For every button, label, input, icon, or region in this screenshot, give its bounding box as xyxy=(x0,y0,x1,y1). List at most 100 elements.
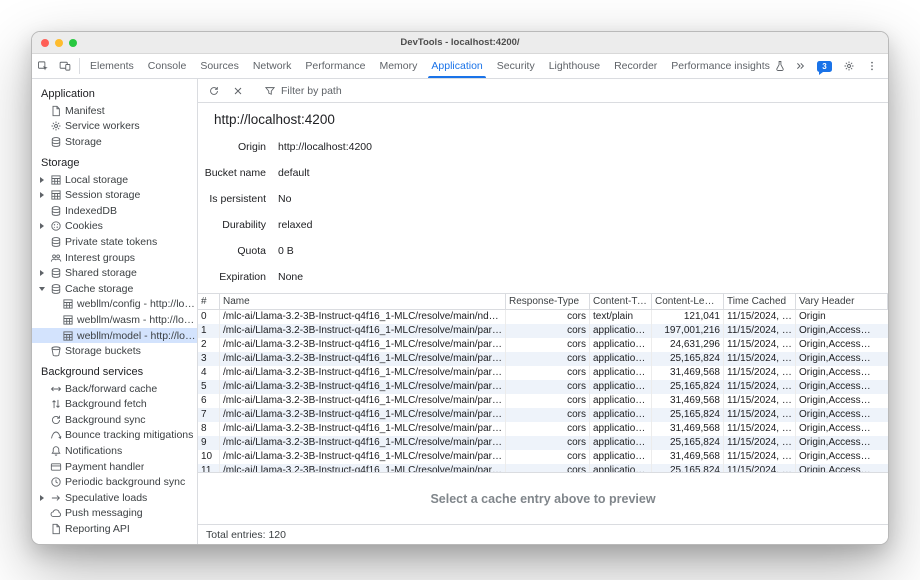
sidebar-item-periodic-background-sync[interactable]: Periodic background sync xyxy=(32,474,197,490)
cache-entry-row[interactable]: 4/mlc-ai/Llama-3.2-3B-Instruct-q4f16_1-M… xyxy=(198,366,888,380)
expand-arrow-icon[interactable] xyxy=(37,491,47,505)
settings-button[interactable] xyxy=(838,60,860,72)
tab-application[interactable]: Application xyxy=(424,54,489,78)
tab-sources[interactable]: Sources xyxy=(193,54,246,78)
total-entries: Total entries: 120 xyxy=(206,529,286,541)
flask-icon xyxy=(774,60,786,72)
tab-network[interactable]: Network xyxy=(246,54,299,78)
sidebar-item-service-workers[interactable]: Service workers xyxy=(32,119,197,135)
sidebar-item-manifest[interactable]: Manifest xyxy=(32,103,197,119)
cache-entry-row[interactable]: 7/mlc-ai/Llama-3.2-3B-Instruct-q4f16_1-M… xyxy=(198,408,888,422)
sidebar-item-notifications[interactable]: Notifications xyxy=(32,443,197,459)
table-cell: application/oc… xyxy=(590,324,652,338)
table-cell: 9 xyxy=(198,436,220,450)
sidebar-item-webllm-wasm-http-loca[interactable]: webllm/wasm - http://loca… xyxy=(32,312,197,328)
sidebar-item-cache-storage[interactable]: Cache storage xyxy=(32,281,197,297)
table-cell: cors xyxy=(506,408,590,422)
sidebar-item-payment-handler[interactable]: Payment handler xyxy=(32,459,197,475)
tab-performance[interactable]: Performance xyxy=(298,54,372,78)
sidebar-item-webllm-config-http-loc[interactable]: webllm/config - http://loc… xyxy=(32,297,197,313)
sidebar-item-back-forward-cache[interactable]: Back/forward cache xyxy=(32,381,197,397)
table-cell: 197,001,216 xyxy=(652,324,724,338)
table-cell: Origin,Access… xyxy=(796,422,888,436)
meta-row-bucket-name: Bucket namedefault xyxy=(198,160,888,186)
table-cell: 25,165,824 xyxy=(652,436,724,450)
close-window-button[interactable] xyxy=(41,39,49,47)
column-header-time-cached[interactable]: Time Cached xyxy=(724,294,796,310)
sidebar-item-speculative-loads[interactable]: Speculative loads xyxy=(32,490,197,506)
column-header-vary-header[interactable]: Vary Header xyxy=(796,294,888,310)
minimize-window-button[interactable] xyxy=(55,39,63,47)
cache-entry-row[interactable]: 2/mlc-ai/Llama-3.2-3B-Instruct-q4f16_1-M… xyxy=(198,338,888,352)
sidebar-item-background-sync[interactable]: Background sync xyxy=(32,412,197,428)
cache-entry-row[interactable]: 1/mlc-ai/Llama-3.2-3B-Instruct-q4f16_1-M… xyxy=(198,324,888,338)
cache-entry-row[interactable]: 10/mlc-ai/Llama-3.2-3B-Instruct-q4f16_1-… xyxy=(198,450,888,464)
table-cell: 11/15/2024, 10… xyxy=(724,310,796,324)
column-header-response-type[interactable]: Response-Type xyxy=(506,294,590,310)
main-menu-button[interactable] xyxy=(861,60,883,72)
window-title: DevTools - localhost:4200/ xyxy=(32,37,888,48)
cache-entry-row[interactable]: 9/mlc-ai/Llama-3.2-3B-Instruct-q4f16_1-M… xyxy=(198,436,888,450)
expander-spacer xyxy=(37,119,47,133)
tab-label: Network xyxy=(253,60,292,72)
sidebar-item-background-fetch[interactable]: Background fetch xyxy=(32,397,197,413)
cache-entry-row[interactable]: 6/mlc-ai/Llama-3.2-3B-Instruct-q4f16_1-M… xyxy=(198,394,888,408)
sidebar-item-cookies[interactable]: Cookies xyxy=(32,219,197,235)
cache-entry-row[interactable]: 11/mlc-ai/Llama-3.2-3B-Instruct-q4f16_1-… xyxy=(198,464,888,472)
delete-selected-button[interactable] xyxy=(227,85,249,97)
sidebar-item-storage[interactable]: Storage xyxy=(32,134,197,150)
expand-arrow-icon[interactable] xyxy=(37,188,47,202)
issues-badge[interactable]: 3 xyxy=(817,61,832,72)
service-worker-icon xyxy=(50,120,62,132)
column-header-[interactable]: # xyxy=(198,294,220,310)
column-header-name[interactable]: Name xyxy=(220,294,506,310)
cache-entry-row[interactable]: 3/mlc-ai/Llama-3.2-3B-Instruct-q4f16_1-M… xyxy=(198,352,888,366)
sidebar-item-storage-buckets[interactable]: Storage buckets xyxy=(32,343,197,359)
sidebar-item-local-storage[interactable]: Local storage xyxy=(32,172,197,188)
clock-icon xyxy=(50,476,62,488)
table-cell: 11 xyxy=(198,464,220,472)
zoom-window-button[interactable] xyxy=(69,39,77,47)
sidebar-item-indexeddb[interactable]: IndexedDB xyxy=(32,203,197,219)
table-header-row: #NameResponse-TypeContent-TypeContent-Le… xyxy=(198,294,888,310)
tab-strip: ElementsConsoleSources Network Performance… xyxy=(83,54,789,78)
cache-entry-row[interactable]: 8/mlc-ai/Llama-3.2-3B-Instruct-q4f16_1-M… xyxy=(198,422,888,436)
expand-arrow-icon[interactable] xyxy=(37,173,47,187)
sidebar-item-webllm-model-http-loca[interactable]: webllm/model - http://loca… xyxy=(32,328,197,344)
expander-spacer xyxy=(37,506,47,520)
column-header-content-length[interactable]: Content-Length xyxy=(652,294,724,310)
sidebar-item-session-storage[interactable]: Session storage xyxy=(32,187,197,203)
device-toolbar-button[interactable] xyxy=(54,54,76,78)
table-icon xyxy=(50,174,62,186)
filter-by-path-control[interactable]: Filter by path xyxy=(260,85,342,97)
sidebar-item-bounce-tracking-mitigations[interactable]: Bounce tracking mitigations xyxy=(32,428,197,444)
sidebar-item-reporting-api[interactable]: Reporting API xyxy=(32,521,197,537)
cache-entry-row[interactable]: 0/mlc-ai/Llama-3.2-3B-Instruct-q4f16_1-M… xyxy=(198,310,888,324)
more-tabs-button[interactable] xyxy=(789,60,811,72)
sidebar-item-label: Manifest xyxy=(65,105,105,117)
tab-performance-insights[interactable]: Performance insights xyxy=(664,54,789,78)
column-header-content-type[interactable]: Content-Type xyxy=(590,294,652,310)
tab-security[interactable]: Security xyxy=(490,54,542,78)
tab-console[interactable]: Console xyxy=(141,54,194,78)
tab-memory[interactable]: Memory xyxy=(372,54,424,78)
tab-lighthouse[interactable]: Lighthouse xyxy=(542,54,607,78)
cache-entry-row[interactable]: 5/mlc-ai/Llama-3.2-3B-Instruct-q4f16_1-M… xyxy=(198,380,888,394)
sidebar-item-interest-groups[interactable]: Interest groups xyxy=(32,250,197,266)
sidebar-item-private-state-tokens[interactable]: Private state tokens xyxy=(32,234,197,250)
refresh-button[interactable] xyxy=(203,85,225,97)
tab-label: Recorder xyxy=(614,60,657,72)
collapse-arrow-icon[interactable] xyxy=(37,282,47,296)
table-cell: 11/15/2024, 10… xyxy=(724,422,796,436)
meta-value: No xyxy=(278,193,291,205)
expand-arrow-icon[interactable] xyxy=(37,266,47,280)
sidebar-item-push-messaging[interactable]: Push messaging xyxy=(32,506,197,522)
table-body: 0/mlc-ai/Llama-3.2-3B-Instruct-q4f16_1-M… xyxy=(198,310,888,472)
inspect-element-button[interactable] xyxy=(32,54,54,78)
tab-elements[interactable]: Elements xyxy=(83,54,141,78)
expand-arrow-icon[interactable] xyxy=(37,219,47,233)
sidebar-item-shared-storage[interactable]: Shared storage xyxy=(32,265,197,281)
expander-spacer xyxy=(37,251,47,265)
table-cell: Origin,Access… xyxy=(796,436,888,450)
tab-recorder[interactable]: Recorder xyxy=(607,54,664,78)
